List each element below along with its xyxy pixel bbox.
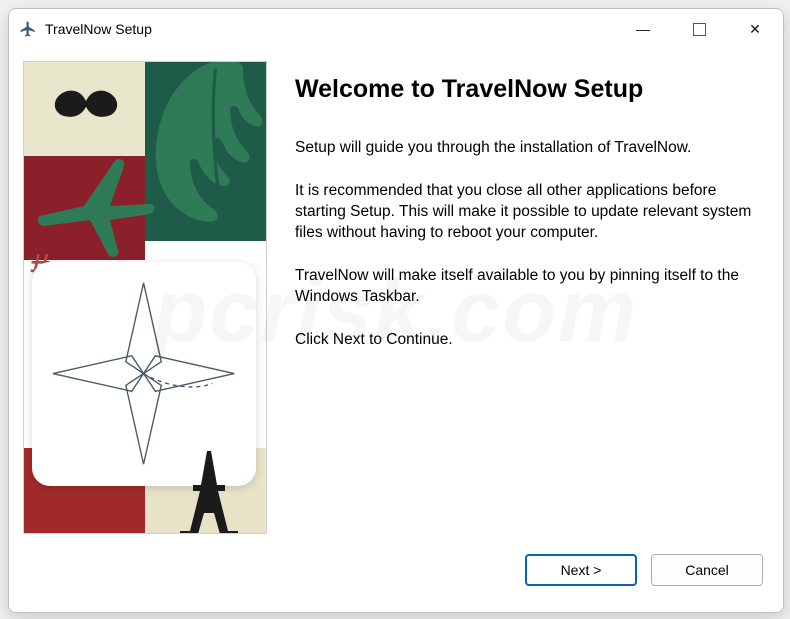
monstera-leaf-icon [144, 61, 267, 226]
wizard-banner: # [23, 61, 267, 534]
cancel-button[interactable]: Cancel [651, 554, 763, 586]
window-controls: — ✕ [615, 9, 783, 49]
window-title: TravelNow Setup [45, 21, 152, 37]
setup-window: TravelNow Setup — ✕ [8, 8, 784, 613]
next-button[interactable]: Next > [525, 554, 637, 586]
airplane-silhouette-icon [36, 158, 156, 258]
close-button[interactable]: ✕ [727, 9, 783, 49]
wizard-button-row: Next > Cancel [9, 542, 783, 612]
intro-paragraph-3: TravelNow will make itself available to … [295, 266, 753, 308]
close-icon: ✕ [749, 21, 761, 38]
titlebar: TravelNow Setup — ✕ [9, 9, 783, 49]
airplane-icon [19, 20, 37, 38]
eiffel-tower-icon [174, 451, 244, 534]
intro-paragraph-1: Setup will guide you through the install… [295, 138, 753, 159]
intro-paragraph-2: It is recommended that you close all oth… [295, 181, 753, 244]
page-heading: Welcome to TravelNow Setup [295, 75, 753, 104]
maximize-button[interactable] [671, 9, 727, 49]
minimize-icon: — [636, 21, 650, 37]
maximize-icon [693, 23, 706, 36]
minimize-button[interactable]: — [615, 9, 671, 49]
mustache-icon [38, 84, 134, 122]
intro-paragraph-4: Click Next to Continue. [295, 330, 753, 351]
wizard-content: Welcome to TravelNow Setup Setup will gu… [267, 49, 783, 546]
client-area: # Welcome to T [9, 49, 783, 546]
compass-star-icon [45, 275, 242, 472]
